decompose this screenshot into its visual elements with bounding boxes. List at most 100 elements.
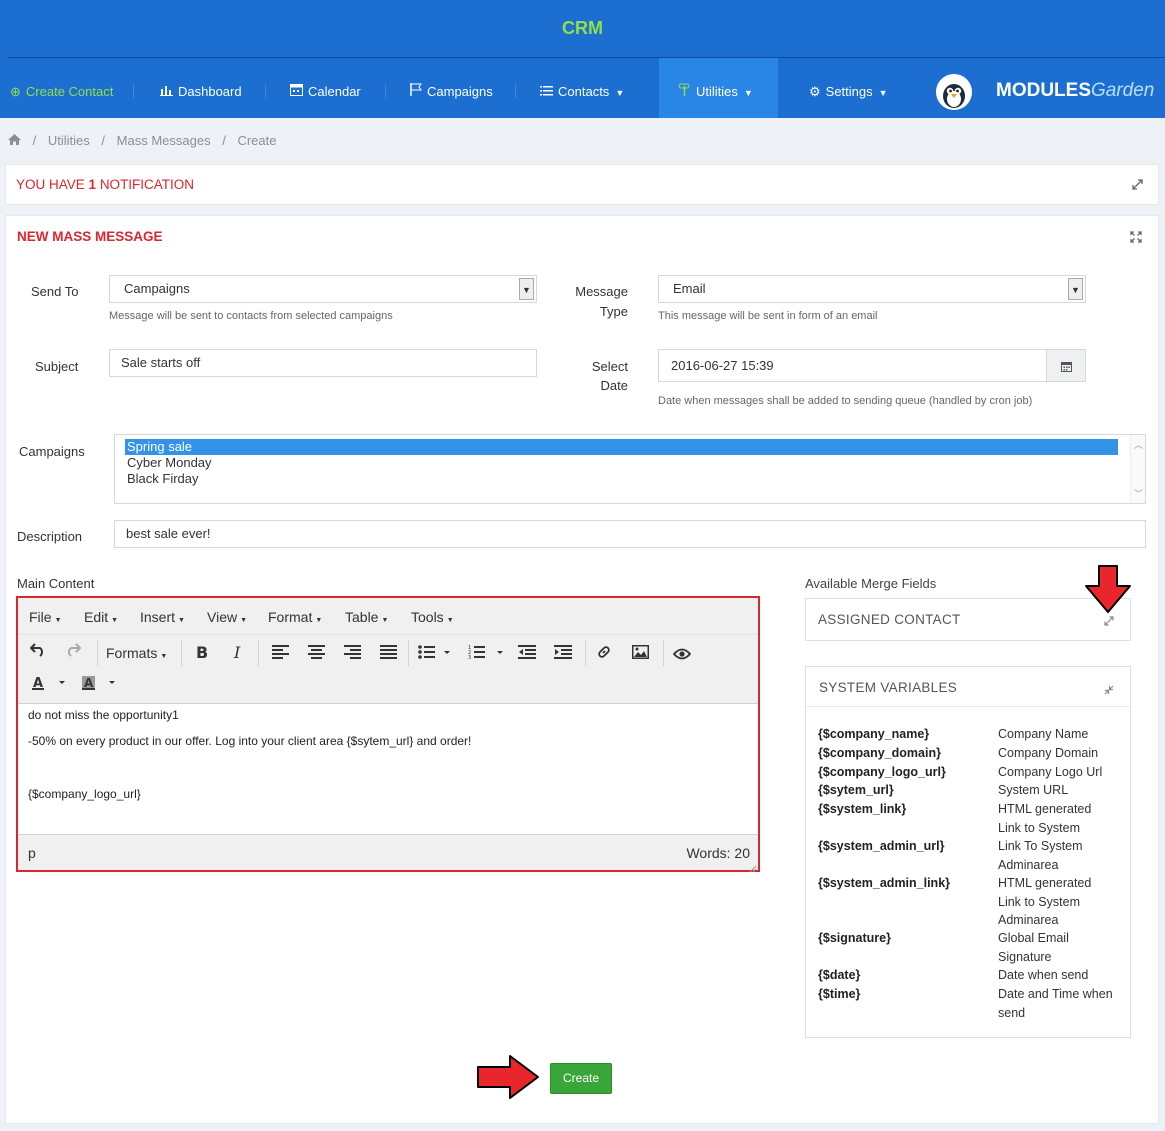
expand-icon[interactable] — [1104, 615, 1114, 629]
content-line: do not miss the opportunity1 — [28, 708, 179, 722]
editor-menu-table[interactable]: Table ▼ — [345, 609, 388, 625]
notification-text[interactable]: YOU HAVE 1 NOTIFICATION — [16, 177, 194, 192]
select-date-label-line2: Date — [600, 378, 628, 393]
chevron-down-icon: ▼ — [519, 278, 534, 300]
campaign-option[interactable]: Cyber Monday — [127, 455, 212, 471]
link-icon[interactable] — [596, 644, 612, 666]
message-type-value: Email — [673, 281, 706, 296]
nav-utilities[interactable]: Utilities ▼ — [659, 58, 778, 118]
align-right-icon[interactable] — [344, 645, 361, 665]
align-center-icon[interactable] — [308, 645, 325, 665]
subject-input[interactable]: Sale starts off — [109, 349, 537, 377]
element-path[interactable]: p — [28, 845, 36, 861]
editor-menu-file[interactable]: File ▼ — [29, 609, 62, 625]
nav-dashboard[interactable]: Dashboard — [160, 58, 242, 118]
chevron-down-icon[interactable]: ﹀ — [1134, 487, 1143, 500]
editor-menu-edit[interactable]: Edit ▼ — [84, 609, 118, 625]
bold-icon[interactable]: B — [196, 643, 208, 663]
chevron-down-icon: ▼ — [1068, 278, 1083, 300]
bar-chart-icon — [160, 58, 173, 126]
resize-handle[interactable] — [749, 861, 757, 873]
breadcrumb-utilities[interactable]: Utilities — [48, 133, 90, 148]
breadcrumb-mass-messages[interactable]: Mass Messages — [117, 133, 211, 148]
word-count: Words: 20 — [686, 845, 750, 861]
nav-divider — [133, 84, 134, 98]
editor-menu-view[interactable]: View ▼ — [207, 609, 247, 625]
description-label: Description — [17, 529, 83, 544]
editor-toolbar: Formats ▼ B I 123 A A — [18, 634, 758, 704]
message-type-select[interactable]: Email ▼ — [658, 275, 1086, 303]
calendar-button[interactable] — [1046, 349, 1086, 382]
nav-divider — [515, 84, 516, 98]
outdent-icon[interactable] — [518, 645, 536, 665]
brand-title: CRM — [562, 18, 603, 38]
create-button[interactable]: Create — [550, 1063, 612, 1094]
listbox-scrollbar[interactable]: ︿ ﹀ — [1130, 435, 1145, 503]
redo-icon[interactable] — [65, 643, 82, 663]
undo-icon[interactable] — [29, 643, 46, 663]
nav-contacts[interactable]: Contacts ▼ — [540, 58, 624, 118]
nav-create-contact-label: Create Contact — [25, 84, 114, 99]
indent-icon[interactable] — [554, 645, 572, 665]
logo-sub: Garden — [1091, 80, 1155, 101]
editor-menu-tools[interactable]: Tools ▼ — [411, 609, 454, 625]
editor-menu-insert[interactable]: Insert ▼ — [140, 609, 185, 625]
modulesgarden-logo: MODULESGarden — [996, 80, 1154, 102]
nav-calendar-label: Calendar — [308, 84, 361, 99]
editor-menubar: File ▼ Edit ▼ Insert ▼ View ▼ Format ▼ Table ▼… — [18, 598, 758, 634]
editor-menu-format[interactable]: Format ▼ — [268, 609, 322, 625]
send-to-label: Send To — [31, 284, 79, 299]
preview-eye-icon[interactable] — [672, 646, 692, 666]
nav-create-contact[interactable]: ⊕ Create Contact — [10, 58, 113, 118]
signpost-icon — [678, 58, 691, 126]
content-line: {$company_logo_url} — [28, 787, 141, 801]
nav-settings[interactable]: ⚙ Settings ▼ — [809, 58, 888, 118]
system-variables-title: SYSTEM VARIABLES — [819, 680, 958, 695]
align-justify-icon[interactable] — [380, 645, 397, 665]
select-date-label-line1: Select — [591, 359, 628, 374]
main-content-label: Main Content — [17, 576, 95, 591]
formats-dropdown[interactable]: Formats ▼ — [106, 643, 167, 667]
svg-text:A: A — [84, 676, 94, 690]
description-input[interactable]: best sale ever! — [114, 520, 1146, 548]
align-left-icon[interactable] — [272, 645, 289, 665]
content-line: -50% on every product in our offer. Log … — [28, 734, 472, 748]
nav-calendar[interactable]: Calendar — [290, 58, 361, 118]
chevron-up-icon[interactable]: ︿ — [1134, 438, 1143, 451]
background-color-icon[interactable]: A — [82, 675, 116, 697]
nav-settings-label: Settings — [825, 84, 873, 99]
expand-icon[interactable] — [1132, 179, 1143, 193]
avatar[interactable] — [936, 74, 972, 110]
editor-statusbar: p Words: 20 — [18, 834, 758, 873]
form-title: NEW MASS MESSAGE — [17, 229, 163, 244]
nav-campaigns[interactable]: Campaigns — [410, 58, 493, 118]
subject-label: Subject — [35, 359, 79, 374]
plus-circle-icon: ⊕ — [10, 84, 21, 99]
nav-divider — [385, 84, 386, 98]
assigned-contact-title: ASSIGNED CONTACT — [818, 612, 961, 627]
text-color-icon[interactable]: A — [32, 675, 66, 697]
italic-icon[interactable]: I — [234, 643, 240, 663]
campaign-option[interactable]: Black Firday — [127, 471, 199, 487]
campaign-option[interactable]: Spring sale — [125, 439, 1118, 455]
numbered-list-icon[interactable]: 123 — [468, 645, 504, 665]
select-date-input[interactable]: 2016-06-27 15:39 — [658, 349, 1047, 382]
bullet-list-icon[interactable] — [418, 645, 450, 665]
nav-utilities-label: Utilities — [696, 84, 738, 99]
send-to-help: Message will be sent to contacts from se… — [109, 310, 393, 322]
message-type-label-line2: Type — [599, 304, 628, 319]
select-date-help: Date when messages shall be added to sen… — [658, 395, 1033, 407]
svg-text:3: 3 — [468, 655, 471, 659]
nav-contacts-label: Contacts — [558, 84, 610, 99]
message-type-help: This message will be sent in form of an … — [658, 310, 878, 322]
collapse-icon[interactable] — [1104, 684, 1114, 698]
send-to-select[interactable]: Campaigns ▼ — [109, 275, 537, 303]
image-icon[interactable] — [632, 645, 649, 665]
merge-fields-title: Available Merge Fields — [805, 576, 937, 591]
rich-text-editor: File ▼ Edit ▼ Insert ▼ View ▼ Format ▼ Table ▼… — [16, 596, 760, 873]
breadcrumb: / Utilities / Mass Messages / Create — [8, 133, 284, 148]
home-icon[interactable] — [8, 133, 25, 148]
send-to-value: Campaigns — [124, 281, 190, 296]
fullscreen-icon[interactable] — [1130, 231, 1142, 246]
campaigns-listbox[interactable]: Spring sale Cyber Monday Black Firday ︿ … — [114, 434, 1146, 504]
